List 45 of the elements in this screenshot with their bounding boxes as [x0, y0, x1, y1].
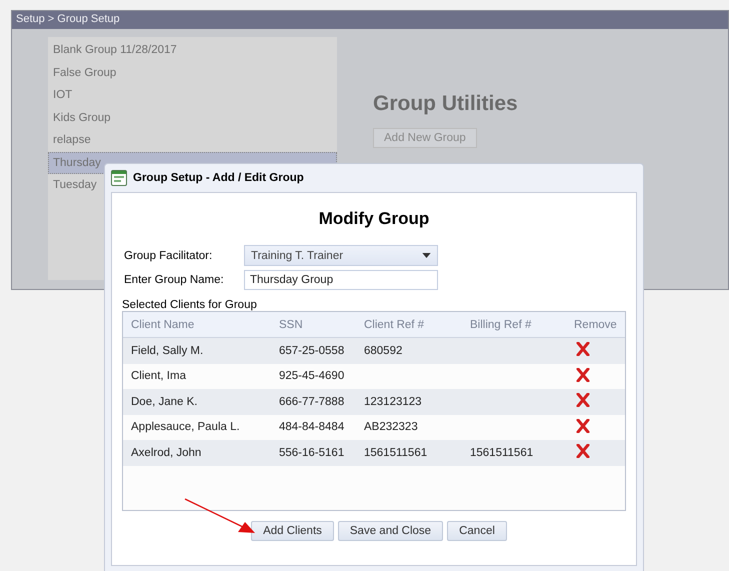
table-cell-text: Client, Ima: [130, 370, 187, 382]
dialog-button[interactable]: Save and Close: [338, 521, 444, 541]
dialog-button[interactable]: Cancel: [447, 521, 507, 541]
table-cell-text: 556-16-5161: [278, 446, 346, 459]
dialog-heading: Modify Group: [318, 208, 430, 230]
group-list-item[interactable]: Blank Group 11/28/2017: [48, 39, 337, 62]
remove-icon[interactable]: [576, 418, 590, 433]
section-label: Selected Clients for Group: [122, 299, 258, 311]
group-list-item[interactable]: False Group: [48, 62, 337, 84]
table-cell-text: 925-45-4690: [278, 370, 346, 382]
group-list-item[interactable]: relapse: [48, 129, 337, 152]
table-cell-text: 1561511561: [469, 446, 534, 459]
dialog-title: Group Setup - Add / Edit Group: [133, 172, 304, 184]
facilitator-dropdown[interactable]: Training T. Trainer: [244, 245, 438, 266]
window-icon: [111, 170, 127, 186]
group-list-item[interactable]: Kids Group: [48, 106, 337, 129]
table-cell-text: 123123123: [363, 396, 423, 408]
table-cell-text: 484-84-8484: [278, 421, 346, 434]
table-cell-text: Axelrod, John: [130, 446, 202, 459]
remove-icon[interactable]: [576, 368, 590, 382]
table-cell-text: Field, Sally M.: [130, 344, 204, 357]
field-label: Enter Group Name:: [124, 274, 225, 286]
remove-icon[interactable]: [576, 393, 590, 408]
column-header: Billing Ref #: [469, 318, 532, 330]
group-list-item[interactable]: IOT: [48, 84, 337, 106]
caret-icon: [422, 253, 431, 258]
dialog-button[interactable]: Add Clients: [251, 521, 334, 541]
table-cell-text: 1561511561: [363, 446, 428, 459]
table-cell-text: 657-25-0558: [278, 344, 346, 357]
remove-icon[interactable]: [576, 444, 590, 458]
breadcrumb: Setup > Group Setup: [16, 13, 120, 25]
field-label: Group Facilitator:: [124, 250, 214, 262]
table-cell-text: 680592: [363, 344, 404, 357]
column-header: SSN: [278, 318, 304, 330]
table-cell-text: 666-77-7888: [278, 396, 346, 408]
column-header: Client Name: [130, 318, 196, 330]
column-header: Remove: [573, 318, 618, 330]
remove-icon[interactable]: [576, 342, 590, 356]
column-header: Client Ref #: [363, 318, 426, 330]
group-name-field[interactable]: Thursday Group: [244, 270, 438, 290]
add-group-button[interactable]: Add New Group: [373, 128, 477, 148]
section-title: Group Utilities: [373, 92, 518, 116]
table-cell-text: AB232323: [363, 421, 419, 434]
table-cell-text: Doe, Jane K.: [130, 396, 198, 408]
table-cell-text: Applesauce, Paula L.: [130, 421, 241, 434]
